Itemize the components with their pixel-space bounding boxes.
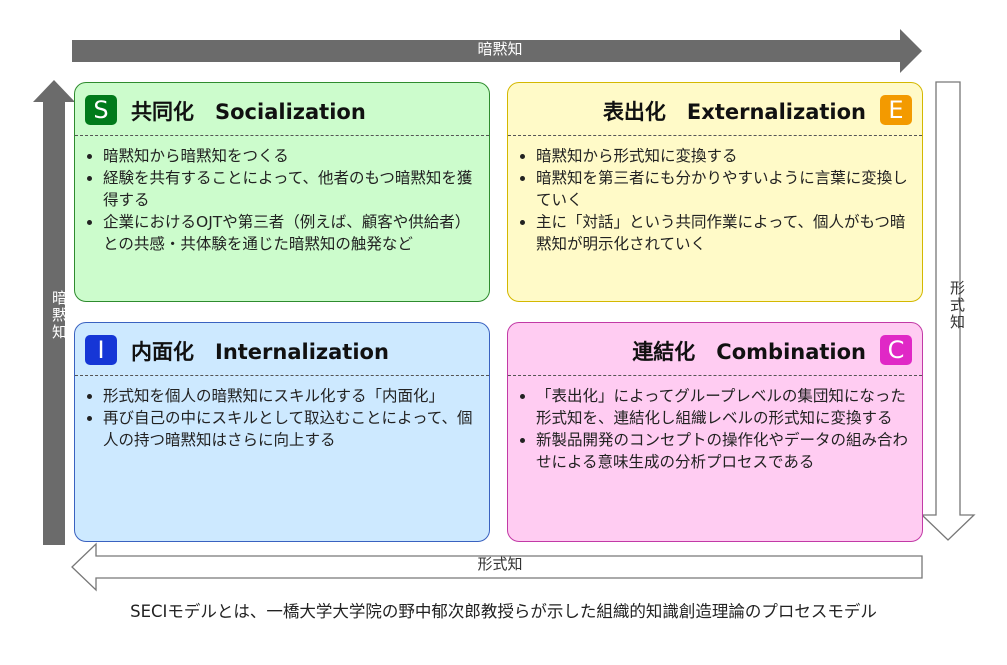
socialization-header: S 共同化 Socialization (75, 83, 489, 136)
combination-badge: C (880, 335, 912, 365)
internalization-quadrant: I 内面化 Internalization 形式知を個人の暗黙知にスキル化する「… (74, 322, 490, 542)
top-arrow-label: 暗黙知 (477, 40, 523, 58)
externalization-quadrant: 表出化 Externalization E 暗黙知から形式知に変換する 暗黙知を… (507, 82, 923, 302)
bottom-arrow-label: 形式知 (477, 555, 523, 573)
list-item: 「表出化」によってグループレベルの集団知になった形式知を、連結化し組織レベルの形… (536, 385, 912, 429)
list-item: 暗黙知を第三者にも分かりやすいように言葉に変換していく (536, 167, 912, 211)
internalization-list: 形式知を個人の暗黙知にスキル化する「内面化」 再び自己の中にスキルとして取込むこ… (85, 385, 479, 451)
combination-quadrant: 連結化 Combination C 「表出化」によってグループレベルの集団知にな… (507, 322, 923, 542)
footer-caption: SECIモデルとは、一橋大学大学院の野中郁次郎教授らが示した組織的知識創造理論の… (130, 602, 877, 621)
externalization-list: 暗黙知から形式知に変換する 暗黙知を第三者にも分かりやすいように言葉に変換してい… (518, 145, 912, 255)
right-arrow-label: 形式知 (948, 280, 966, 331)
socialization-quadrant: S 共同化 Socialization 暗黙知から暗黙知をつくる 経験を共有する… (74, 82, 490, 302)
left-arrow-label: 暗黙知 (50, 290, 68, 341)
list-item: 暗黙知から暗黙知をつくる (103, 145, 479, 167)
internalization-badge: I (85, 335, 117, 365)
list-item: 経験を共有することによって、他者のもつ暗黙知を獲得する (103, 167, 479, 211)
list-item: 暗黙知から形式知に変換する (536, 145, 912, 167)
socialization-badge: S (85, 95, 117, 125)
combination-title: 連結化 Combination (632, 340, 866, 364)
internalization-header: I 内面化 Internalization (75, 323, 489, 376)
internalization-title: 内面化 Internalization (131, 340, 389, 364)
list-item: 形式知を個人の暗黙知にスキル化する「内面化」 (103, 385, 479, 407)
combination-list: 「表出化」によってグループレベルの集団知になった形式知を、連結化し組織レベルの形… (518, 385, 912, 473)
externalization-header: 表出化 Externalization E (508, 83, 922, 136)
combination-header: 連結化 Combination C (508, 323, 922, 376)
list-item: 主に「対話」という共同作業によって、個人がもつ暗黙知が明示化されていく (536, 211, 912, 255)
list-item: 企業におけるOJTや第三者（例えば、顧客や供給者）との共感・共体験を通じた暗黙知… (103, 211, 479, 255)
externalization-badge: E (880, 95, 912, 125)
list-item: 再び自己の中にスキルとして取込むことによって、個人の持つ暗黙知はさらに向上する (103, 407, 479, 451)
socialization-list: 暗黙知から暗黙知をつくる 経験を共有することによって、他者のもつ暗黙知を獲得する… (85, 145, 479, 255)
socialization-title: 共同化 Socialization (131, 100, 366, 124)
list-item: 新製品開発のコンセプトの操作化やデータの組み合わせによる意味生成の分析プロセスで… (536, 429, 912, 473)
externalization-title: 表出化 Externalization (602, 100, 866, 124)
